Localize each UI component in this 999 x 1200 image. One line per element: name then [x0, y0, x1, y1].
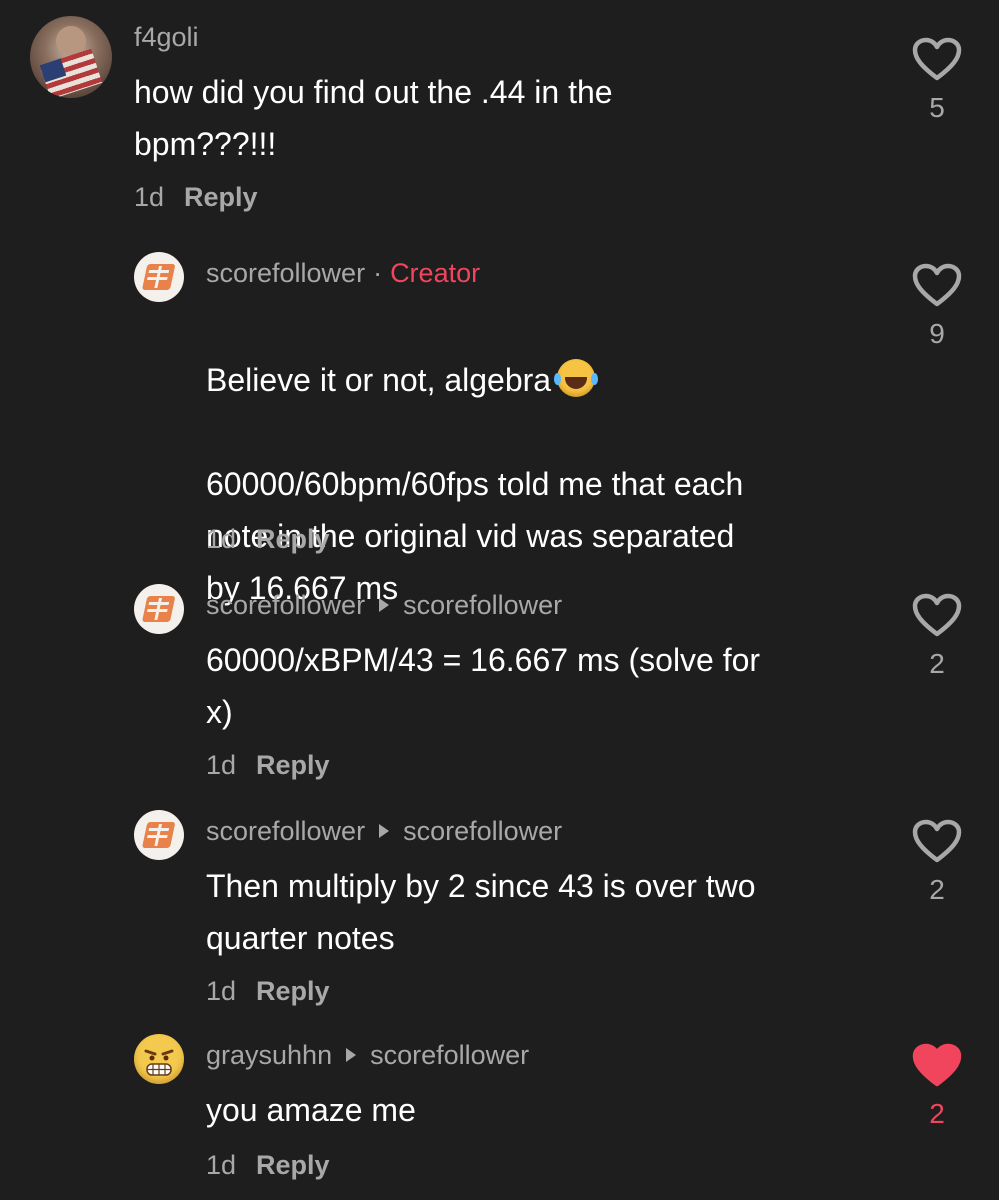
comment-text-line: Believe it or not, algebra: [206, 362, 552, 398]
avatar[interactable]: [134, 1034, 184, 1084]
caret-right-icon: [379, 823, 390, 838]
avatar[interactable]: [30, 16, 112, 98]
comment-username: scorefollower scorefollower: [206, 816, 562, 847]
comment-meta: 1d Reply: [206, 750, 330, 781]
username-text[interactable]: f4goli: [134, 22, 199, 52]
scorefollower-logo-icon: [142, 596, 175, 622]
like-button[interactable]: 9: [906, 262, 968, 350]
reply-button[interactable]: Reply: [256, 750, 330, 780]
like-button[interactable]: 5: [906, 36, 968, 124]
username-text[interactable]: scorefollower: [206, 258, 365, 288]
heart-outline-icon: [912, 593, 962, 637]
comment-text: 60000/xBPM/43 = 16.667 ms (solve for x): [206, 642, 761, 730]
comment-username: scorefollower scorefollower: [206, 590, 562, 621]
reply-button[interactable]: Reply: [256, 524, 330, 554]
like-button[interactable]: 2: [906, 818, 968, 906]
reply-to-username[interactable]: scorefollower: [403, 590, 562, 620]
face-with-tears-of-joy-icon: [554, 359, 596, 397]
comment-text: how did you find out the .44 in the bpm?…: [134, 74, 613, 162]
reply-button[interactable]: Reply: [184, 182, 258, 212]
comment-meta: 1d Reply: [206, 524, 330, 555]
username-text[interactable]: scorefollower: [206, 816, 365, 846]
like-count: 2: [929, 1098, 945, 1129]
avatar[interactable]: [134, 252, 184, 302]
reply-button[interactable]: Reply: [256, 976, 330, 1006]
comment-username: scorefollower · Creator: [206, 258, 480, 289]
scorefollower-logo-icon: [142, 264, 175, 290]
comment-time: 1d: [206, 524, 237, 554]
avatar-photo-flag: [39, 48, 103, 98]
like-count: 2: [929, 874, 945, 905]
comment-username: graysuhhn scorefollower: [206, 1040, 529, 1071]
comment-time: 1d: [206, 750, 237, 780]
caret-right-icon: [346, 1047, 357, 1062]
creator-badge: Creator: [390, 258, 481, 288]
separator: ·: [373, 258, 383, 288]
like-button[interactable]: 2: [906, 1042, 968, 1130]
comment-time: 1d: [134, 182, 165, 212]
avatar[interactable]: [134, 810, 184, 860]
username-text[interactable]: scorefollower: [206, 590, 365, 620]
like-count: 9: [929, 318, 945, 349]
comment-text: Believe it or not, algebra 60000/60bpm/6…: [206, 302, 743, 614]
like-button[interactable]: 2: [906, 592, 968, 680]
username-text[interactable]: graysuhhn: [206, 1040, 332, 1070]
heart-outline-icon: [912, 263, 962, 307]
caret-right-icon: [379, 597, 390, 612]
reply-button[interactable]: Reply: [256, 1150, 330, 1180]
heart-filled-icon: [912, 1043, 962, 1087]
comment-meta: 1d Reply: [206, 1150, 330, 1181]
like-count: 2: [929, 648, 945, 679]
reply-to-username[interactable]: scorefollower: [370, 1040, 529, 1070]
reply-to-username[interactable]: scorefollower: [403, 816, 562, 846]
comment-text: Then multiply by 2 since 43 is over two …: [206, 868, 756, 956]
comment-time: 1d: [206, 1150, 237, 1180]
like-count: 5: [929, 92, 945, 123]
comment-text: you amaze me: [206, 1092, 416, 1128]
comment-username[interactable]: f4goli: [134, 22, 199, 53]
avatar[interactable]: [134, 584, 184, 634]
scorefollower-logo-icon: [142, 822, 175, 848]
comment-meta: 1d Reply: [206, 976, 330, 1007]
comment-meta: 1d Reply: [134, 182, 258, 213]
comment-time: 1d: [206, 976, 237, 1006]
heart-outline-icon: [912, 819, 962, 863]
heart-outline-icon: [912, 37, 962, 81]
grimacing-face-icon: [144, 1049, 174, 1076]
